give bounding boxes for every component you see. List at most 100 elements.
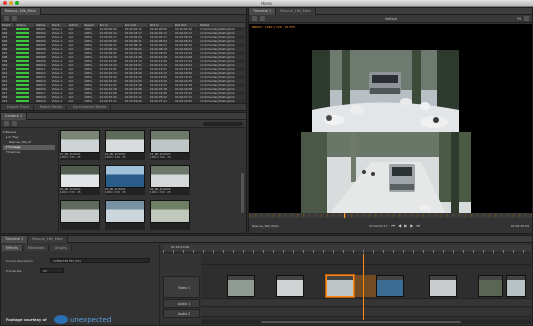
export-track-tab[interactable]: Export Track: [3, 105, 34, 110]
clip-poster-frame: [150, 130, 190, 153]
status-indicator: [16, 100, 30, 102]
tab-graphs[interactable]: Graphs: [50, 245, 73, 251]
tab-viewer-timeline[interactable]: Timeline 1: [249, 7, 277, 15]
tab-timeline[interactable]: Timeline 1: [1, 235, 29, 243]
new-bin-icon[interactable]: [4, 121, 9, 126]
timeline-panel: Timeline 1 Rescue_16k_Main Effects Metad…: [0, 235, 533, 326]
timeline-clip[interactable]: [276, 275, 304, 297]
audio-track-1-lane[interactable]: [201, 298, 531, 307]
go-to-end-icon[interactable]: ⏭: [416, 223, 420, 228]
synchronize-media-tab[interactable]: Synchronize Media: [69, 105, 112, 110]
status-indicator: [16, 72, 30, 74]
bin-clip-thumbnail[interactable]: 01_NR_Shot001 1280 x 720 · 25: [60, 130, 100, 160]
compare-mode-select[interactable]: Vertical: [385, 17, 397, 21]
status-indicator: [16, 48, 30, 50]
timeline-clip[interactable]: [326, 275, 354, 297]
match-media-tab[interactable]: Match Media: [35, 105, 68, 110]
event-bottom-tabs: Export Track Match Media Synchronize Med…: [1, 103, 246, 110]
status-indicator: [16, 40, 30, 42]
source-resolution-field[interactable]: 1280x720 HD (25): [50, 258, 150, 263]
viewer-timecode-out: 01:00:35:09: [510, 223, 529, 228]
wipe-icon[interactable]: [260, 16, 265, 21]
status-indicator: [16, 52, 30, 54]
clip-caption: 1280 x 720 · 25: [60, 191, 81, 194]
track-name-audio-1: Audio 1: [178, 302, 191, 306]
timeline-clip[interactable]: [227, 275, 255, 297]
bin-toolbar: [1, 120, 246, 128]
ruler-timecode: 01:00:10:00: [171, 245, 190, 249]
bin-clip-thumbnail[interactable]: 02_NR_Shot002 1280 x 720 · 25: [105, 130, 145, 160]
audio-track-2-lane[interactable]: [201, 308, 531, 317]
track-header-audio-1[interactable]: Audio 1: [163, 299, 200, 308]
step-back-icon[interactable]: ◀: [398, 223, 401, 228]
play-icon[interactable]: ▶: [404, 223, 407, 228]
selected-clip-highlight: [354, 275, 376, 297]
viewer-clip-label: BR003 · 1280 x 720 · 25 FPS: [252, 25, 295, 29]
bin-clip-thumbnail[interactable]: 03_NR_Shot003 1280 x 720 · 25: [150, 130, 190, 160]
project-tree: ▾ Rescue ▸ In Tray Rescue_16k_M ▾ Footag…: [3, 130, 55, 155]
tab-metadata[interactable]: Metadata: [23, 245, 50, 251]
timeline-scrollbar[interactable]: [201, 320, 531, 324]
watermark-prefix: Footage courtesy of: [6, 318, 47, 322]
clip-poster-frame: [60, 130, 100, 153]
clip-poster-frame: [105, 200, 145, 223]
timeline-clip[interactable]: [478, 275, 503, 297]
status-indicator: [16, 84, 30, 86]
status-indicator: [16, 44, 30, 46]
tab-event-list[interactable]: Rescue_16k_Main: [1, 7, 41, 15]
tab-viewer-sequence[interactable]: Rescue_16k_Main: [276, 7, 317, 15]
timeline-tracks-area: [201, 254, 531, 324]
viewer-transport-bar: Rescue_16k_Main 01:00:03:17 ⏮ ◀ ▶ ▶ ⏭ 01…: [249, 218, 532, 233]
viewer-canvas[interactable]: BR003 · 1280 x 720 · 25 FPS: [249, 24, 532, 224]
bin-clip-thumbnail[interactable]: [105, 200, 145, 230]
thumbnail-size-slider[interactable]: [203, 121, 243, 126]
viewer-panel: Timeline 1 Rescue_16k_Main Vertical Fit …: [248, 7, 533, 234]
status-indicator: [16, 28, 30, 30]
window-title-bar: Hiero: [0, 0, 533, 7]
framerate-label: Framerate: [6, 269, 22, 273]
track-name-audio-2: Audio 2: [178, 312, 191, 316]
bin-scrollbar[interactable]: [241, 173, 244, 213]
track-name-video-1: Video 1: [178, 286, 190, 290]
timeline-clip[interactable]: [376, 275, 404, 297]
go-to-start-icon[interactable]: ⏮: [392, 223, 396, 228]
watermark-brand: unexpected: [70, 316, 112, 324]
bin-clip-thumbnail[interactable]: [150, 200, 190, 230]
bin-clip-thumbnail[interactable]: [60, 200, 100, 230]
status-indicator: [16, 56, 30, 58]
clip-poster-frame: [105, 130, 145, 153]
transport-controls: ⏮ ◀ ▶ ▶ ⏭: [392, 223, 420, 228]
channels-icon[interactable]: [252, 16, 257, 21]
bin-clip-thumbnail[interactable]: 06_NR_Shot006 1280 x 720 · 25: [150, 165, 190, 195]
status-indicator: [16, 76, 30, 78]
clip-caption: 1280 x 720 · 25: [150, 156, 171, 159]
timeline-ruler[interactable]: 01:00:10:00: [163, 245, 531, 253]
list-view-icon[interactable]: [12, 16, 17, 21]
viewer-frame-a: [312, 50, 459, 143]
inspector-panel: Effects Metadata Graphs Source Resolutio…: [2, 245, 160, 325]
step-forward-icon[interactable]: ▶: [410, 223, 413, 228]
track-header-video-1[interactable]: Video 1: [163, 276, 200, 298]
tab-content[interactable]: Content 1: [1, 112, 28, 120]
viewer-settings-icon[interactable]: [524, 16, 529, 21]
clip-caption: 1280 x 720 · 25: [105, 191, 126, 194]
track-header-audio-2[interactable]: Audio 2: [163, 309, 200, 318]
filter-icon[interactable]: [4, 16, 9, 21]
status-indicator: [16, 92, 30, 94]
clip-caption: 1280 x 720 · 25: [150, 191, 171, 194]
clip-caption: 1280 x 720 · 25: [105, 156, 126, 159]
tab-effects[interactable]: Effects: [2, 245, 23, 251]
bin-clip-thumbnail[interactable]: 04_NR_Shot004 1280 x 720 · 25: [60, 165, 100, 195]
bin-clip-thumbnail[interactable]: 05_NR_Shot005 1280 x 720 · 25: [105, 165, 145, 195]
import-icon[interactable]: [12, 121, 17, 126]
timeline-clip[interactable]: [506, 275, 526, 297]
zoom-select[interactable]: Fit: [517, 17, 521, 21]
clip-poster-frame: [60, 200, 100, 223]
project-bin-panel: Content 1 ▾ Rescue ▸ In Tray Rescue_16k_…: [0, 112, 247, 234]
tree-item-timelines[interactable]: Timelines: [3, 150, 55, 155]
timeline-clip[interactable]: [429, 275, 457, 297]
framerate-field[interactable]: 25: [40, 268, 64, 273]
tab-timeline-sequence[interactable]: Rescue_16k_Main: [28, 235, 69, 243]
timeline-playhead[interactable]: [363, 254, 364, 324]
status-indicator: [16, 80, 30, 82]
